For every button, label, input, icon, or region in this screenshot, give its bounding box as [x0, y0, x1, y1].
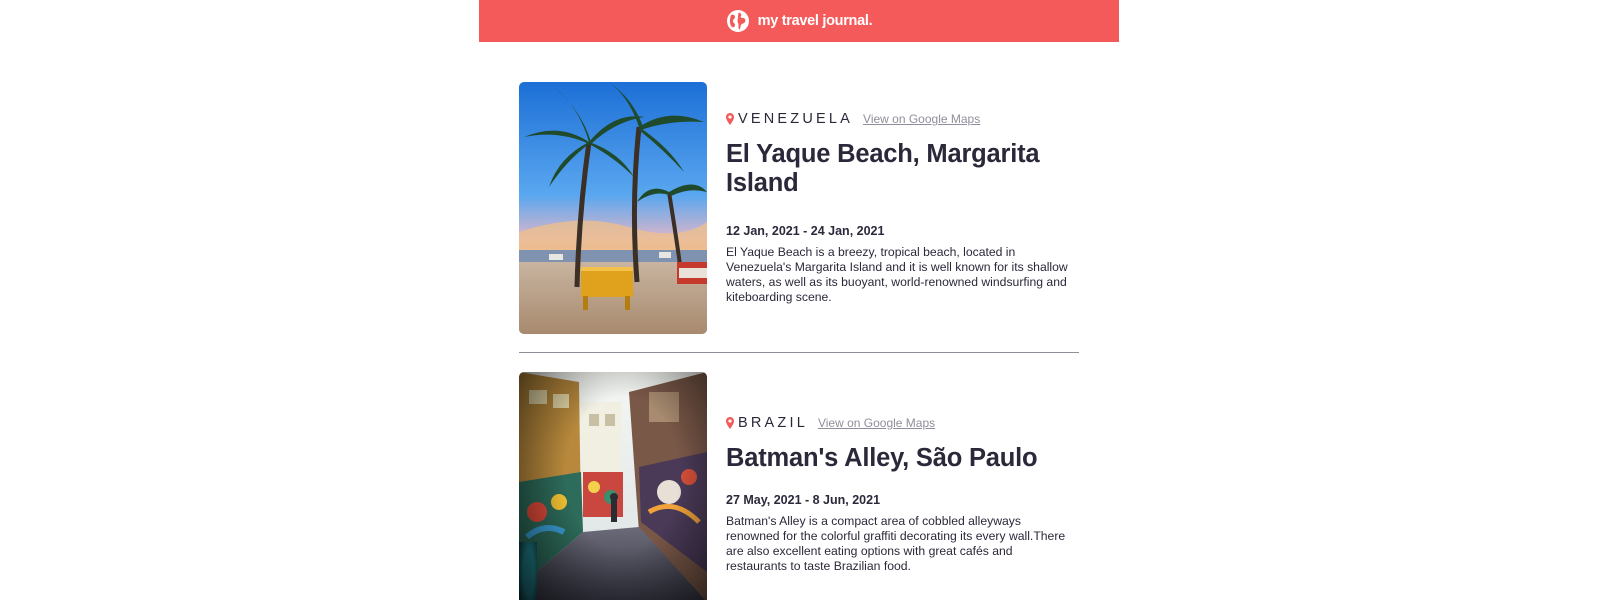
beach-palm-trees-photo [519, 82, 707, 334]
navbar: my travel journal. [479, 0, 1119, 42]
entry-title: El Yaque Beach, Margarita Island [726, 140, 1040, 197]
graffiti-alley-photo [519, 372, 707, 600]
entry-description: El Yaque Beach is a breezy, tropical bea… [726, 245, 1068, 304]
entry-title: Batman's Alley, São Paulo [726, 444, 1038, 472]
entry-info: BRAZIL View on Google Maps Batman's Alle… [726, 414, 1076, 574]
brand-title: my travel journal. [757, 13, 873, 29]
country-label: BRAZIL [738, 415, 808, 431]
entry-photo [519, 82, 707, 334]
entry-divider [519, 352, 1079, 353]
location-row: VENEZUELA View on Google Maps [726, 110, 1076, 128]
entry-dates: 27 May, 2021 - 8 Jun, 2021 [726, 493, 881, 507]
google-maps-link[interactable]: View on Google Maps [863, 112, 980, 126]
location-row: BRAZIL View on Google Maps [726, 414, 1076, 432]
location-pin-icon [726, 113, 734, 125]
globe-icon [726, 10, 749, 32]
app-root: my travel journal. VENEZUELA View on Goo… [0, 0, 1599, 600]
google-maps-link[interactable]: View on Google Maps [818, 416, 935, 430]
location-pin-icon [726, 417, 734, 429]
country-label: VENEZUELA [738, 111, 854, 127]
entry-info: VENEZUELA View on Google Maps El Yaque B… [726, 110, 1076, 305]
entry-description: Batman's Alley is a compact area of cobb… [726, 514, 1066, 573]
entry-photo [519, 372, 707, 600]
entry-dates: 12 Jan, 2021 - 24 Jan, 2021 [726, 224, 885, 238]
